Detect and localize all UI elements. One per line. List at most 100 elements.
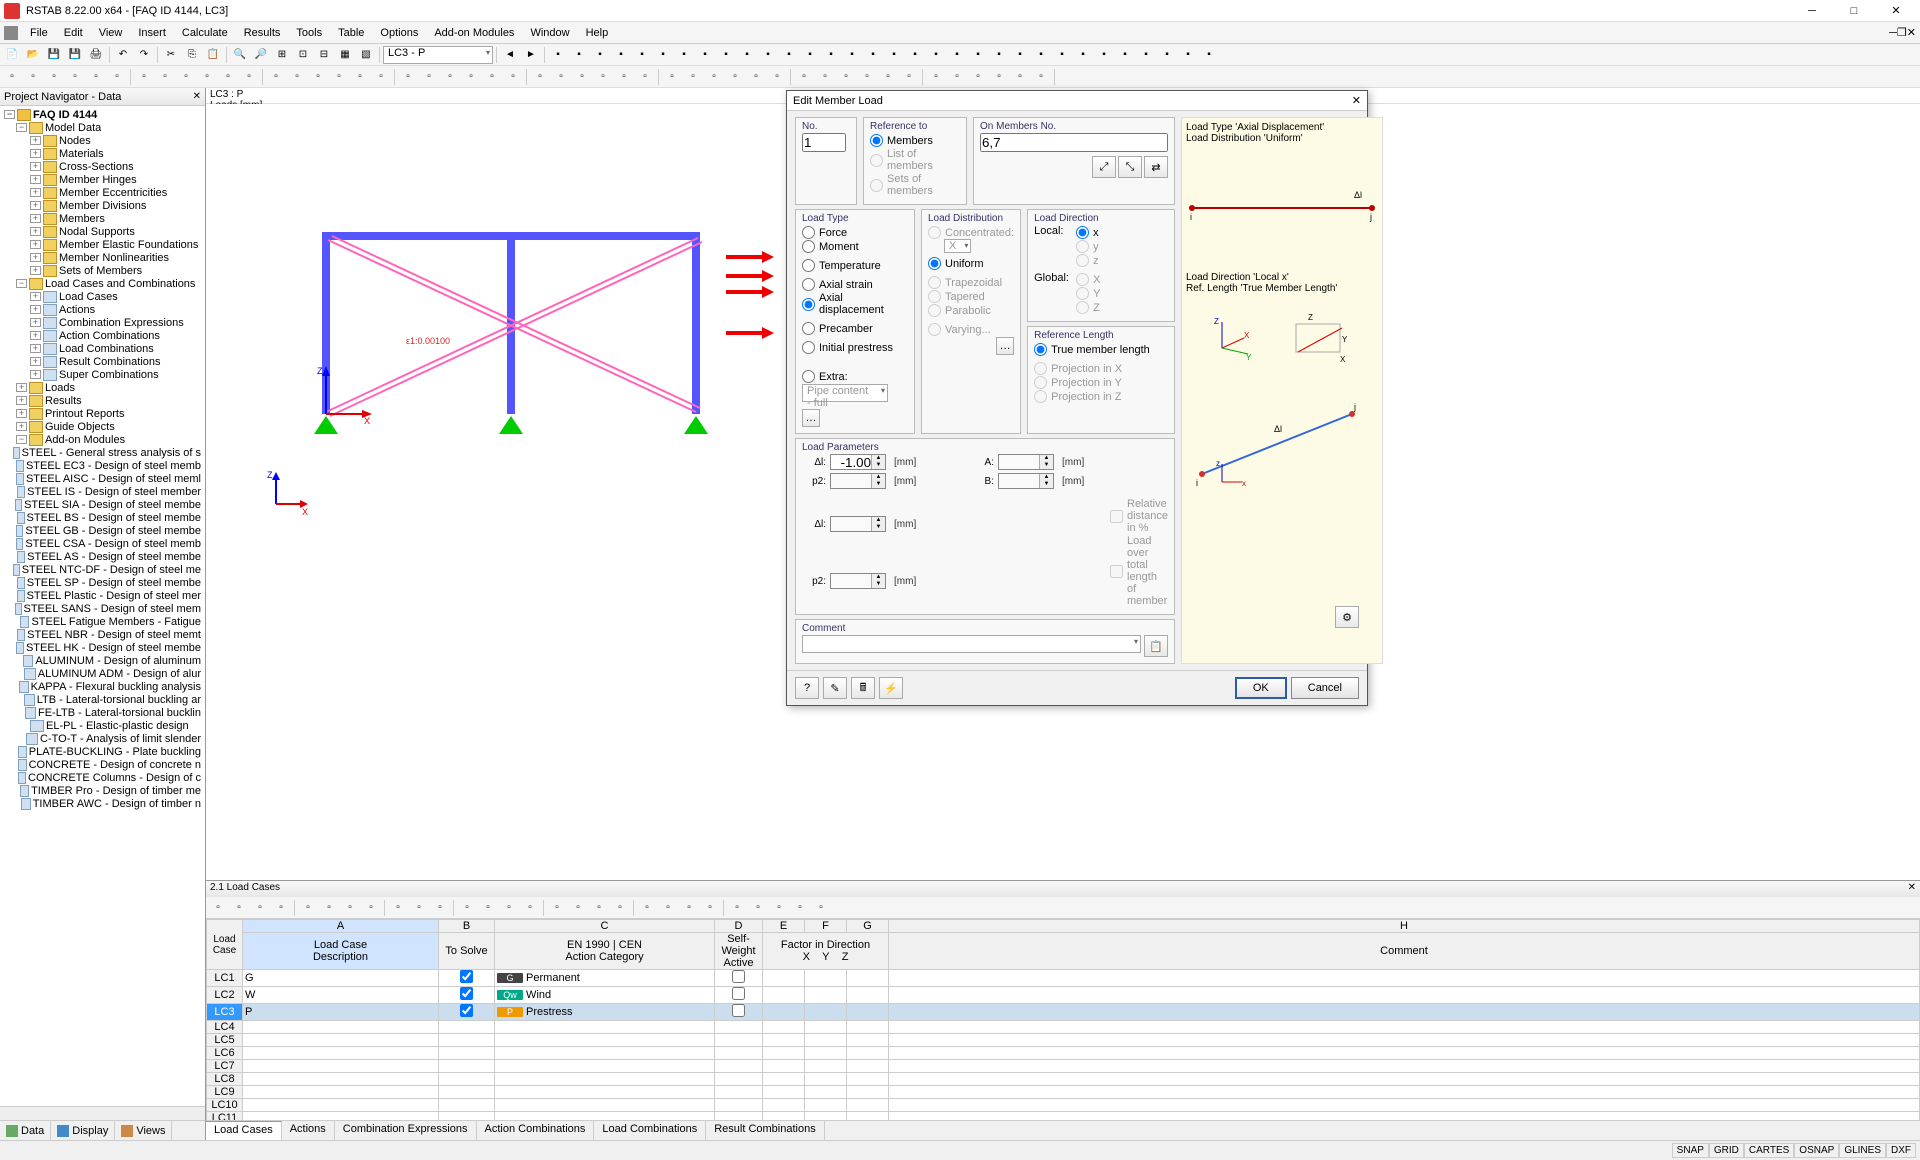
pt-13[interactable]: ▫ xyxy=(499,898,519,918)
tb-x13[interactable]: ▪ xyxy=(821,45,841,65)
tb-g[interactable]: ▧ xyxy=(356,45,376,65)
tb-x1[interactable]: ▪ xyxy=(569,45,589,65)
tab-resultcomb[interactable]: Result Combinations xyxy=(706,1121,825,1140)
tb-a[interactable]: 🔍 xyxy=(230,45,250,65)
tb2-x13[interactable]: ▫ xyxy=(287,67,307,87)
tb-b[interactable]: 🔎 xyxy=(251,45,271,65)
pt-16[interactable]: ▫ xyxy=(568,898,588,918)
tb-c[interactable]: ⊞ xyxy=(272,45,292,65)
tree-item[interactable]: STEEL AISC - Design of steel meml xyxy=(2,472,203,485)
tb2-x4[interactable]: ▫ xyxy=(86,67,106,87)
tb-x9[interactable]: ▪ xyxy=(737,45,757,65)
tb2-x22[interactable]: ▫ xyxy=(482,67,502,87)
tree-item[interactable]: +Super Combinations xyxy=(2,368,203,381)
menu-view[interactable]: View xyxy=(91,25,131,41)
tb2-x43[interactable]: ▫ xyxy=(947,67,967,87)
tb2-x8[interactable]: ▫ xyxy=(176,67,196,87)
pt-2[interactable]: ▫ xyxy=(250,898,270,918)
tb-x16[interactable]: ▪ xyxy=(884,45,904,65)
tree-item[interactable]: +Member Elastic Foundations xyxy=(2,238,203,251)
dlg-help-icon[interactable]: ? xyxy=(795,677,819,699)
tb2-x39[interactable]: ▫ xyxy=(857,67,877,87)
pt-24[interactable]: ▫ xyxy=(748,898,768,918)
tb-x7[interactable]: ▪ xyxy=(695,45,715,65)
tree-item[interactable]: +Result Combinations xyxy=(2,355,203,368)
tree-item[interactable]: +Members xyxy=(2,212,203,225)
radio-axialstrain[interactable] xyxy=(802,278,815,291)
tab-actioncomb[interactable]: Action Combinations xyxy=(477,1121,595,1140)
tree-item[interactable]: +Printout Reports xyxy=(2,407,203,420)
tb-x25[interactable]: ▪ xyxy=(1073,45,1093,65)
tb2-x29[interactable]: ▫ xyxy=(635,67,655,87)
tree-item[interactable]: STEEL SP - Design of steel membe xyxy=(2,576,203,589)
cancel-button[interactable]: Cancel xyxy=(1291,677,1359,699)
tb-x0[interactable]: ▪ xyxy=(548,45,568,65)
tb-x28[interactable]: ▪ xyxy=(1136,45,1156,65)
tb2-x10[interactable]: ▫ xyxy=(218,67,238,87)
tree-item[interactable]: CONCRETE Columns - Design of c xyxy=(2,771,203,784)
navigator-close-icon[interactable]: ✕ xyxy=(193,91,201,102)
tree-item[interactable]: +Guide Objects xyxy=(2,420,203,433)
tree-item[interactable]: ALUMINUM ADM - Design of alur xyxy=(2,667,203,680)
nav-tab-views[interactable]: Views xyxy=(115,1121,172,1140)
tb2-x42[interactable]: ▫ xyxy=(926,67,946,87)
tb-x19[interactable]: ▪ xyxy=(947,45,967,65)
tree-item[interactable]: +Action Combinations xyxy=(2,329,203,342)
input-dl[interactable] xyxy=(831,455,871,469)
tree-item[interactable]: CONCRETE - Design of concrete n xyxy=(2,758,203,771)
tree-item[interactable]: STEEL NTC-DF - Design of steel me xyxy=(2,563,203,576)
status-snap[interactable]: SNAP xyxy=(1672,1143,1709,1158)
tb-prev[interactable]: ◄ xyxy=(500,45,520,65)
tree-item[interactable]: STEEL EC3 - Design of steel memb xyxy=(2,459,203,472)
tb-d[interactable]: ⊡ xyxy=(293,45,313,65)
nav-tab-data[interactable]: Data xyxy=(0,1121,51,1140)
radio-members[interactable] xyxy=(870,134,883,147)
tb2-x16[interactable]: ▫ xyxy=(350,67,370,87)
menu-results[interactable]: Results xyxy=(236,25,289,41)
tb2-x27[interactable]: ▫ xyxy=(593,67,613,87)
tb2-x12[interactable]: ▫ xyxy=(266,67,286,87)
tb-paste[interactable]: 📋 xyxy=(203,45,223,65)
tree-item[interactable]: STEEL GB - Design of steel membe xyxy=(2,524,203,537)
radio-axialdisp[interactable] xyxy=(802,298,815,311)
tree-item[interactable]: +Actions xyxy=(2,303,203,316)
tb-x26[interactable]: ▪ xyxy=(1094,45,1114,65)
navigator-hscroll[interactable] xyxy=(0,1106,205,1120)
tree-item[interactable]: KAPPA - Flexural buckling analysis xyxy=(2,680,203,693)
loadcases-grid[interactable]: LoadCase A B C D E F G H Load CaseDescri… xyxy=(206,919,1920,1120)
pt-1[interactable]: ▫ xyxy=(229,898,249,918)
tb-x24[interactable]: ▪ xyxy=(1052,45,1072,65)
tb2-x11[interactable]: ▫ xyxy=(239,67,259,87)
maximize-button[interactable]: □ xyxy=(1834,1,1874,21)
tree-addon[interactable]: Add-on Modules xyxy=(45,434,125,446)
tb-saveall[interactable]: 💾 xyxy=(65,45,85,65)
tb-x2[interactable]: ▪ xyxy=(590,45,610,65)
tb-x27[interactable]: ▪ xyxy=(1115,45,1135,65)
chk-solve[interactable] xyxy=(460,987,473,1000)
tb-x10[interactable]: ▪ xyxy=(758,45,778,65)
radio-moment[interactable] xyxy=(802,240,815,253)
pt-12[interactable]: ▫ xyxy=(478,898,498,918)
pt-6[interactable]: ▫ xyxy=(340,898,360,918)
pick-members-icon[interactable]: ⤢ xyxy=(1092,156,1116,178)
tb-x5[interactable]: ▪ xyxy=(653,45,673,65)
input-members[interactable] xyxy=(980,133,1168,152)
radio-extra[interactable] xyxy=(802,370,815,383)
menu-calculate[interactable]: Calculate xyxy=(174,25,236,41)
menu-tools[interactable]: Tools xyxy=(288,25,330,41)
tb-x17[interactable]: ▪ xyxy=(905,45,925,65)
close-button[interactable]: ✕ xyxy=(1876,1,1916,21)
menu-options[interactable]: Options xyxy=(372,25,426,41)
tree-item[interactable]: TIMBER Pro - Design of timber me xyxy=(2,784,203,797)
tree-item[interactable]: STEEL Fatigue Members - Fatigue xyxy=(2,615,203,628)
comment-pick-icon[interactable]: 📋 xyxy=(1144,635,1168,657)
tree-item[interactable]: +Materials xyxy=(2,147,203,160)
tb2-x25[interactable]: ▫ xyxy=(551,67,571,87)
tree-item[interactable]: +Cross-Sections xyxy=(2,160,203,173)
pt-25[interactable]: ▫ xyxy=(769,898,789,918)
tb-x12[interactable]: ▪ xyxy=(800,45,820,65)
radio-precamber[interactable] xyxy=(802,322,815,335)
tree-item[interactable]: STEEL AS - Design of steel membe xyxy=(2,550,203,563)
tree-item[interactable]: +Member Divisions xyxy=(2,199,203,212)
minimize-button[interactable]: ─ xyxy=(1792,1,1832,21)
